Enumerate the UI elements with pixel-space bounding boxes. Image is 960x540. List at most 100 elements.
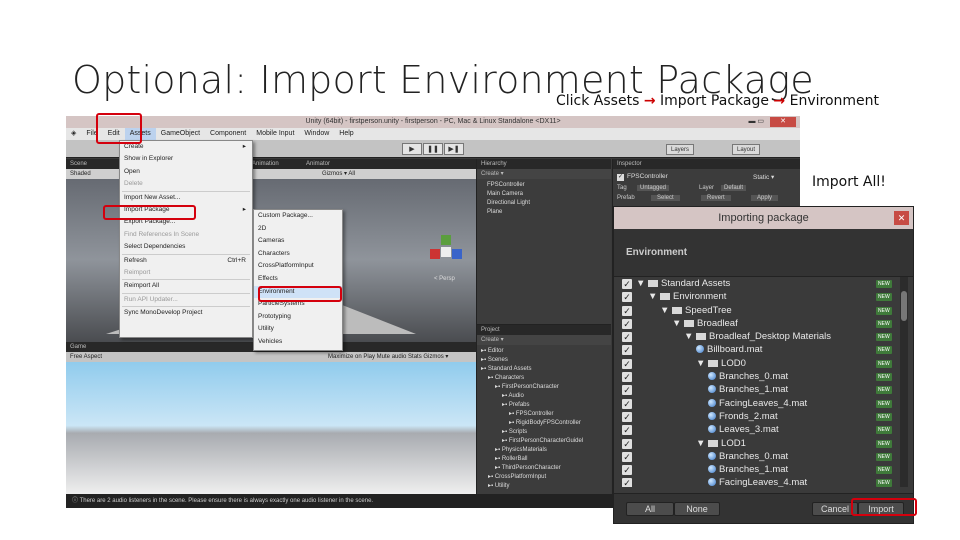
assets-menu-item-show-in-explorer[interactable]: Show in Explorer <box>120 153 252 165</box>
hierarchy-item[interactable]: Main Camera <box>477 190 611 199</box>
checkbox-checked[interactable]: ✓ <box>622 345 632 356</box>
import-package-item-2d[interactable]: 2D <box>254 223 342 236</box>
tab-project[interactable]: Project <box>477 325 611 335</box>
expand-arrow-icon[interactable]: ▼ <box>648 291 660 302</box>
import-package-item-prototyping[interactable]: Prototyping <box>254 311 342 324</box>
dialog-scrollbar[interactable] <box>900 277 908 487</box>
layout-dropdown[interactable]: Layout <box>732 144 761 155</box>
checkbox-checked[interactable]: ✓ <box>622 372 632 383</box>
project-tree-item[interactable]: ▸▪ FPSController <box>477 410 611 419</box>
project-create-dropdown[interactable]: Create ▾ <box>477 335 611 345</box>
maximize-icon[interactable]: ▭ <box>757 118 764 125</box>
checkbox-checked[interactable]: ✓ <box>622 438 632 449</box>
project-tree-item[interactable]: ▸▪ FirstPersonCharacterGuidel <box>477 437 611 446</box>
prefab-apply-button[interactable]: Apply <box>751 195 779 201</box>
play-icon[interactable]: ▶ <box>402 143 422 155</box>
menu-mobile-input[interactable]: Mobile Input <box>251 128 299 140</box>
scene-gizmos-dropdown[interactable]: Gizmos ▾ All <box>322 169 355 179</box>
expand-arrow-icon[interactable]: ▼ <box>696 438 708 449</box>
window-close-button[interactable]: ✕ <box>770 117 796 127</box>
checkbox-checked[interactable]: ✓ <box>622 385 632 396</box>
center-axis-icon[interactable] <box>441 247 451 257</box>
free-aspect-dropdown[interactable]: Free Aspect <box>70 354 102 360</box>
project-tree-item[interactable]: ▸▪ Audio <box>477 392 611 401</box>
expand-arrow-icon[interactable]: ▼ <box>684 331 696 342</box>
expand-arrow-icon[interactable]: ▼ <box>660 305 672 316</box>
project-tree-item[interactable]: ▸▪ CrossPlatformInput <box>477 473 611 482</box>
project-tree-item[interactable]: ▸▪ RigidBodyFPSController <box>477 419 611 428</box>
import-package-item-effects[interactable]: Effects <box>254 273 342 286</box>
import-package-item-vehicles[interactable]: Vehicles <box>254 336 342 349</box>
static-dropdown[interactable]: Static ▾ <box>753 173 793 181</box>
import-package-item-characters[interactable]: Characters <box>254 248 342 261</box>
hierarchy-create-dropdown[interactable]: Create ▾ <box>477 169 611 179</box>
menu-help[interactable]: Help <box>334 128 358 140</box>
checkbox-checked[interactable]: ✓ <box>622 478 632 487</box>
hierarchy-item[interactable]: Plane <box>477 208 611 217</box>
minimize-icon[interactable]: ▬ <box>748 118 755 125</box>
scene-orientation-gizmo[interactable] <box>430 235 462 267</box>
prefab-select-button[interactable]: Select <box>651 195 680 201</box>
assets-menu-item-select-dependencies[interactable]: Select Dependencies <box>120 241 252 253</box>
y-axis-icon[interactable] <box>441 235 451 245</box>
tab-inspector[interactable]: Inspector <box>613 159 800 169</box>
assets-menu-item-open[interactable]: Open <box>120 166 252 178</box>
expand-arrow-icon[interactable]: ▼ <box>672 318 684 329</box>
tab-hierarchy[interactable]: Hierarchy <box>477 159 611 169</box>
active-checkbox[interactable]: ✓ <box>617 174 624 181</box>
tab-animation[interactable]: Animation <box>252 159 279 169</box>
hierarchy-item[interactable]: Directional Light <box>477 199 611 208</box>
layer-dropdown[interactable]: Default <box>721 185 747 191</box>
tab-animator[interactable]: Animator <box>306 159 330 169</box>
z-axis-icon[interactable] <box>452 249 462 259</box>
project-tree-item[interactable]: ▸▪ RollerBall <box>477 455 611 464</box>
tag-dropdown[interactable]: Untagged <box>637 185 670 191</box>
assets-menu-item-import-new-asset[interactable]: Import New Asset... <box>120 192 252 204</box>
select-all-button[interactable]: All <box>626 502 674 516</box>
tab-scene[interactable]: Scene <box>70 161 87 167</box>
menu-gameobject[interactable]: GameObject <box>156 128 205 140</box>
assets-menu-item-sync-monodevelop-project[interactable]: Sync MonoDevelop Project <box>120 307 252 319</box>
checkbox-checked[interactable]: ✓ <box>622 358 632 369</box>
checkbox-checked[interactable]: ✓ <box>622 292 632 303</box>
project-tree-item[interactable]: ▸▪ PhysicsMaterials <box>477 446 611 455</box>
expand-arrow-icon[interactable]: ▼ <box>636 278 648 289</box>
x-axis-icon[interactable] <box>430 249 440 259</box>
assets-menu-item-refresh[interactable]: Refresh Ctrl+R <box>120 255 252 267</box>
hierarchy-item[interactable]: FPSController <box>477 181 611 190</box>
prefab-revert-button[interactable]: Revert <box>701 195 731 201</box>
project-tree-item[interactable]: ▸▪ Scripts <box>477 428 611 437</box>
scrollbar-thumb[interactable] <box>901 291 907 321</box>
game-options[interactable]: Maximize on Play Mute audio Stats Gizmos… <box>328 352 448 362</box>
project-tree-item[interactable]: ▸▪ Utility <box>477 482 611 491</box>
project-tree-item[interactable]: ▸▪ FirstPersonCharacter <box>477 383 611 392</box>
menu-component[interactable]: Component <box>205 128 251 140</box>
object-name-field[interactable]: FPSController <box>627 173 668 180</box>
game-view[interactable]: Game Free Aspect Maximize on Play Mute a… <box>66 342 476 494</box>
checkbox-checked[interactable]: ✓ <box>622 425 632 436</box>
checkbox-checked[interactable]: ✓ <box>622 451 632 462</box>
import-package-item-custom-package[interactable]: Custom Package... <box>254 210 342 223</box>
expand-arrow-icon[interactable]: ▼ <box>696 358 708 369</box>
select-none-button[interactable]: None <box>674 502 720 516</box>
import-package-item-cameras[interactable]: Cameras <box>254 235 342 248</box>
menu-window[interactable]: Window <box>299 128 334 140</box>
project-tree-item[interactable]: ▸▪ Characters <box>477 374 611 383</box>
shaded-dropdown[interactable]: Shaded <box>70 171 91 177</box>
pause-icon[interactable]: ❚❚ <box>423 143 443 155</box>
checkbox-checked[interactable]: ✓ <box>622 279 632 289</box>
project-tree-item[interactable]: ▸▪ ThirdPersonCharacter <box>477 464 611 473</box>
checkbox-checked[interactable]: ✓ <box>622 465 632 476</box>
import-package-item-utility[interactable]: Utility <box>254 323 342 336</box>
checkbox-checked[interactable]: ✓ <box>622 332 632 343</box>
layers-dropdown[interactable]: Layers <box>666 144 695 155</box>
assets-menu-item-reimport-all[interactable]: Reimport All <box>120 280 252 292</box>
checkbox-checked[interactable]: ✓ <box>622 318 632 329</box>
project-tree-item[interactable]: ▸▪ Scenes <box>477 356 611 365</box>
checkbox-checked[interactable]: ✓ <box>622 398 632 409</box>
step-icon[interactable]: ▶❚ <box>444 143 464 155</box>
project-tree-item[interactable]: ▸▪ Prefabs <box>477 401 611 410</box>
project-tree-item[interactable]: ▸▪ Standard Assets <box>477 365 611 374</box>
checkbox-checked[interactable]: ✓ <box>622 411 632 422</box>
import-package-item-crossplatforminput[interactable]: CrossPlatformInput <box>254 260 342 273</box>
